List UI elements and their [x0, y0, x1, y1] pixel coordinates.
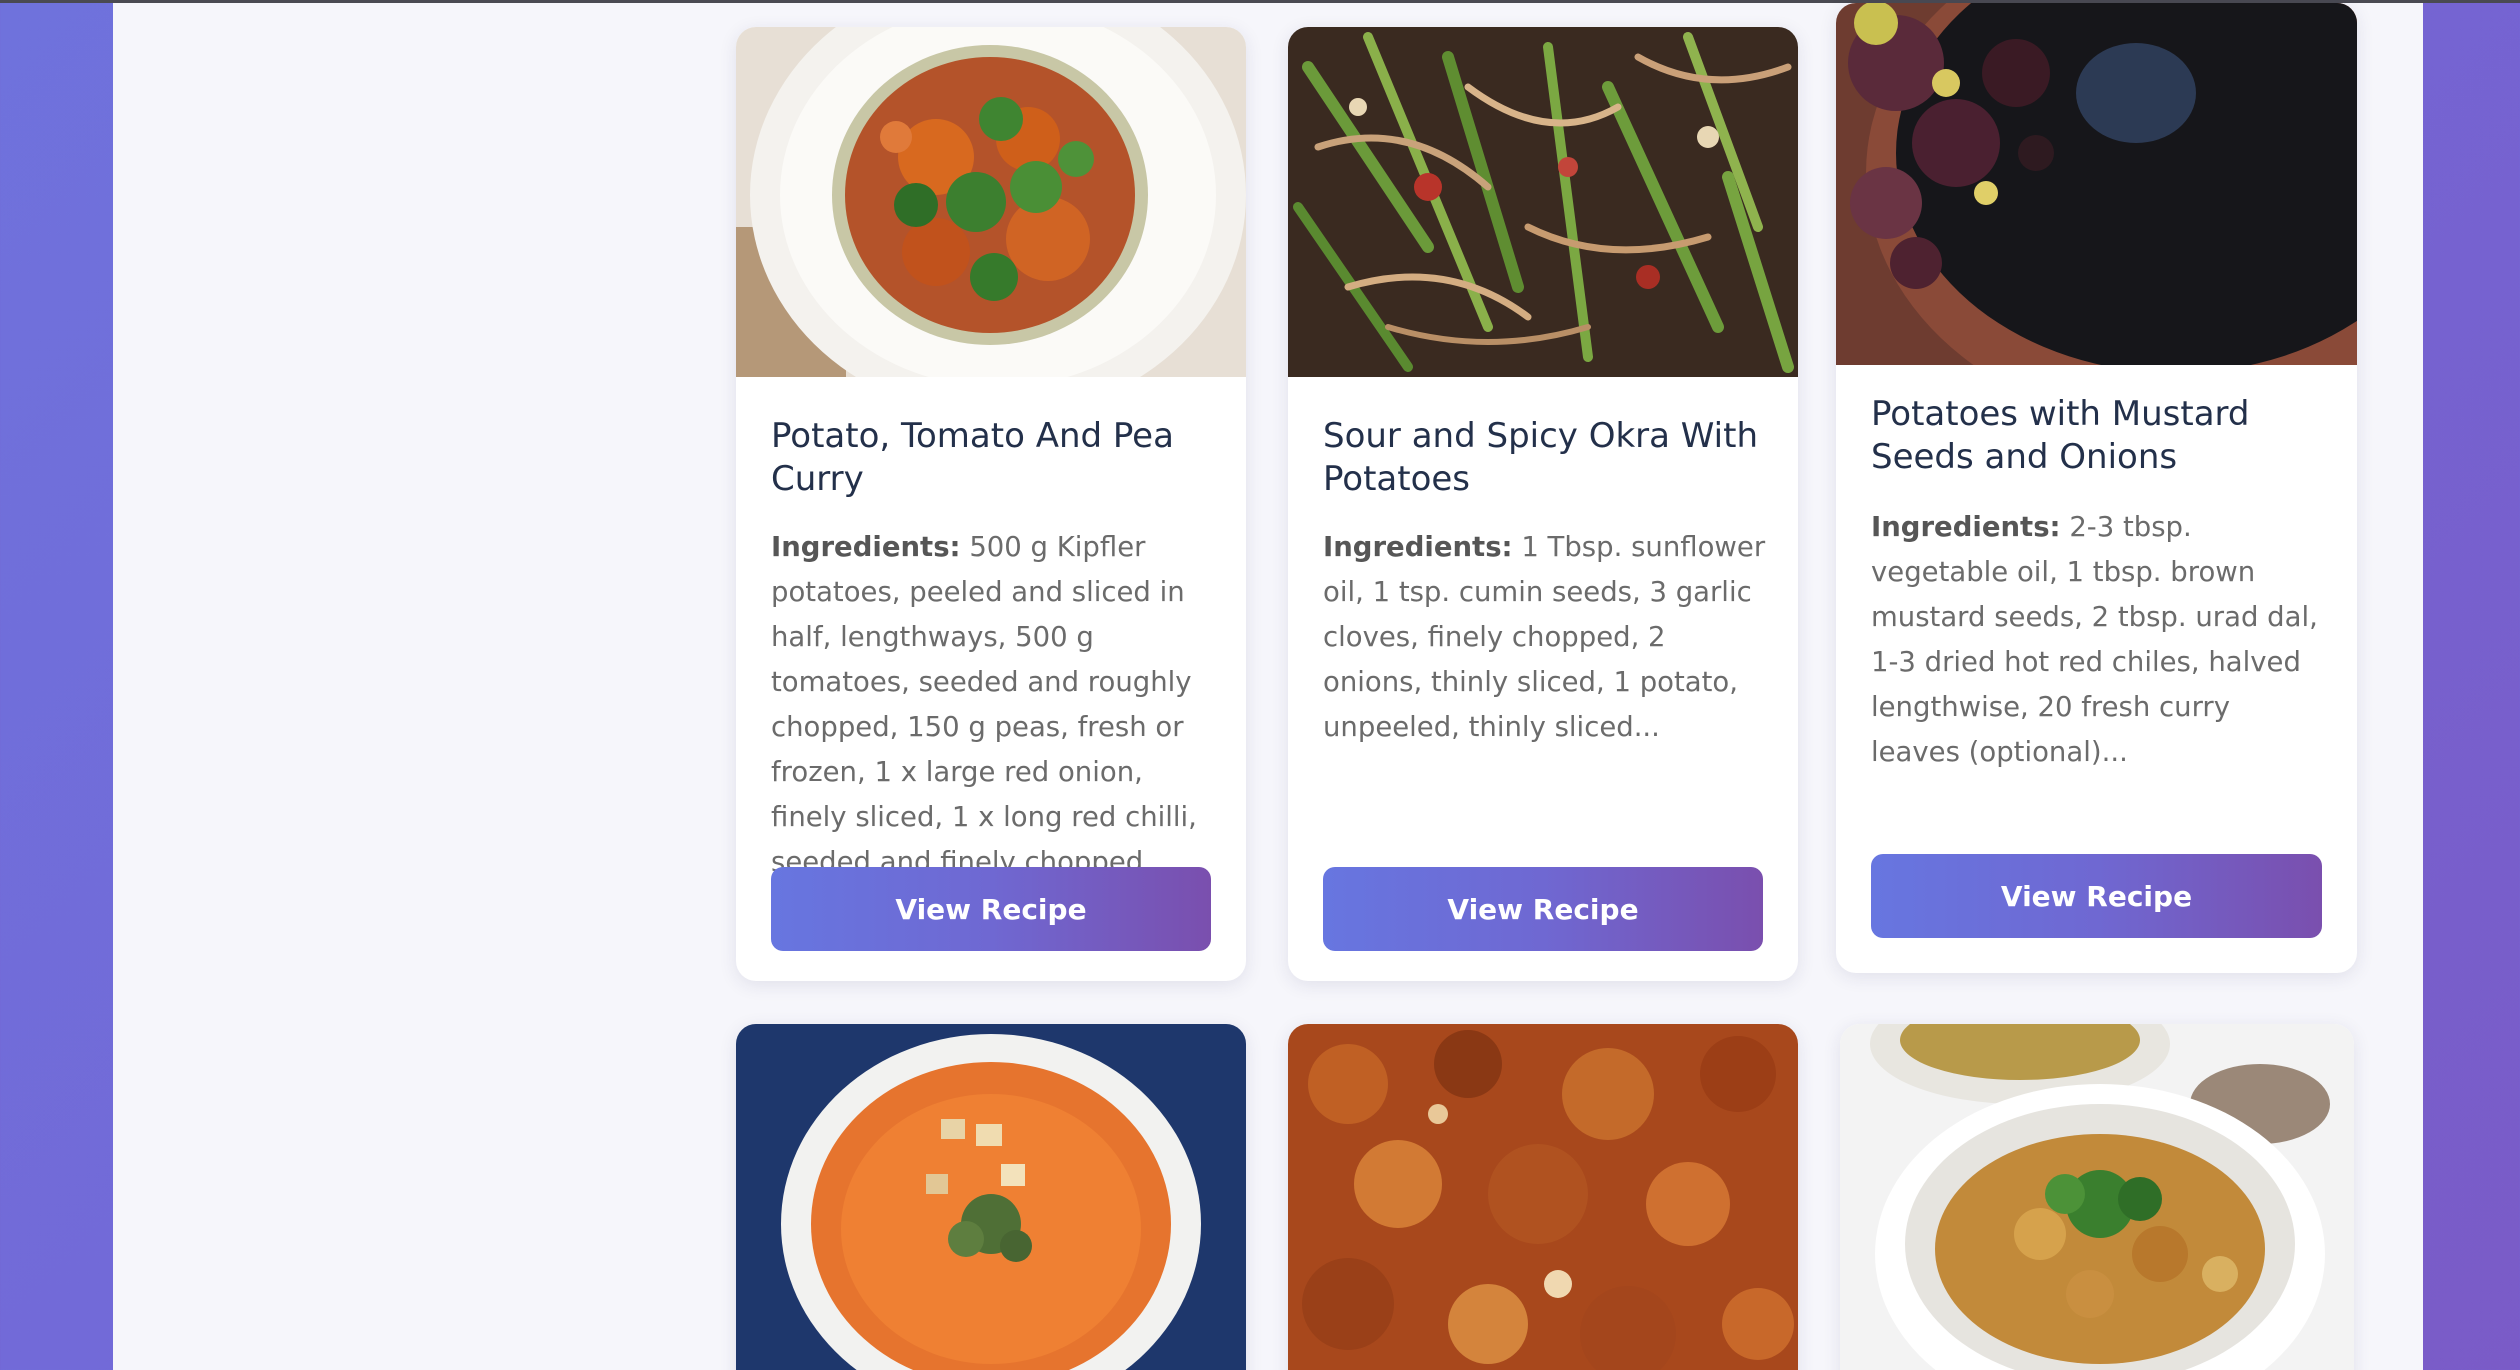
- recipe-ingredients: Ingredients: 2-3 tbsp. vegetable oil, 1 …: [1871, 505, 2327, 775]
- recipe-card: Sour and Spicy Okra With Potatoes Ingred…: [1288, 27, 1798, 981]
- ingredients-text: 2-3 tbsp. vegetable oil, 1 tbsp. brown m…: [1871, 511, 2318, 768]
- view-recipe-button[interactable]: View Recipe: [1871, 854, 2322, 938]
- recipe-image[interactable]: [1840, 1024, 2354, 1370]
- recipe-card: [1288, 1024, 1798, 1370]
- okra-stirfry-photo-icon: [1288, 27, 1798, 377]
- potato-pan-photo-icon: [1836, 3, 2357, 365]
- recipe-image[interactable]: [1288, 27, 1798, 377]
- recipe-image[interactable]: [1288, 1024, 1798, 1370]
- recipe-image[interactable]: [736, 27, 1246, 377]
- recipe-card: [736, 1024, 1246, 1370]
- view-recipe-button[interactable]: View Recipe: [1323, 867, 1763, 951]
- recipe-title: Sour and Spicy Okra With Potatoes: [1323, 416, 1758, 499]
- recipe-title: Potatoes with Mustard Seeds and Onions: [1871, 394, 2250, 477]
- recipe-ingredients: Ingredients: 1 Tbsp. sunflower oil, 1 ts…: [1323, 525, 1768, 750]
- chickpea-curry-photo-icon: [1840, 1024, 2354, 1370]
- recipe-card: [1840, 1024, 2354, 1370]
- recipe-image[interactable]: [1836, 3, 2357, 365]
- ingredients-text: 500 g Kipfler potatoes, peeled and slice…: [771, 531, 1197, 878]
- curry-bowl-photo-icon: [736, 27, 1246, 377]
- ingredients-label: Ingredients:: [1323, 531, 1513, 563]
- recipe-grid-container: Potato, Tomato And Pea Curry Ingredients…: [113, 3, 2423, 1370]
- ingredients-label: Ingredients:: [771, 531, 961, 563]
- ingredients-label: Ingredients:: [1871, 511, 2061, 543]
- tomato-soup-photo-icon: [736, 1024, 1246, 1370]
- recipe-ingredients: Ingredients: 500 g Kipfler potatoes, pee…: [771, 525, 1216, 885]
- recipe-card: Potato, Tomato And Pea Curry Ingredients…: [736, 27, 1246, 981]
- baked-dish-photo-icon: [1288, 1024, 1798, 1370]
- view-recipe-button[interactable]: View Recipe: [771, 867, 1211, 951]
- recipe-title: Potato, Tomato And Pea Curry: [771, 416, 1174, 499]
- recipe-image[interactable]: [736, 1024, 1246, 1370]
- recipe-card: Potatoes with Mustard Seeds and Onions I…: [1836, 3, 2357, 973]
